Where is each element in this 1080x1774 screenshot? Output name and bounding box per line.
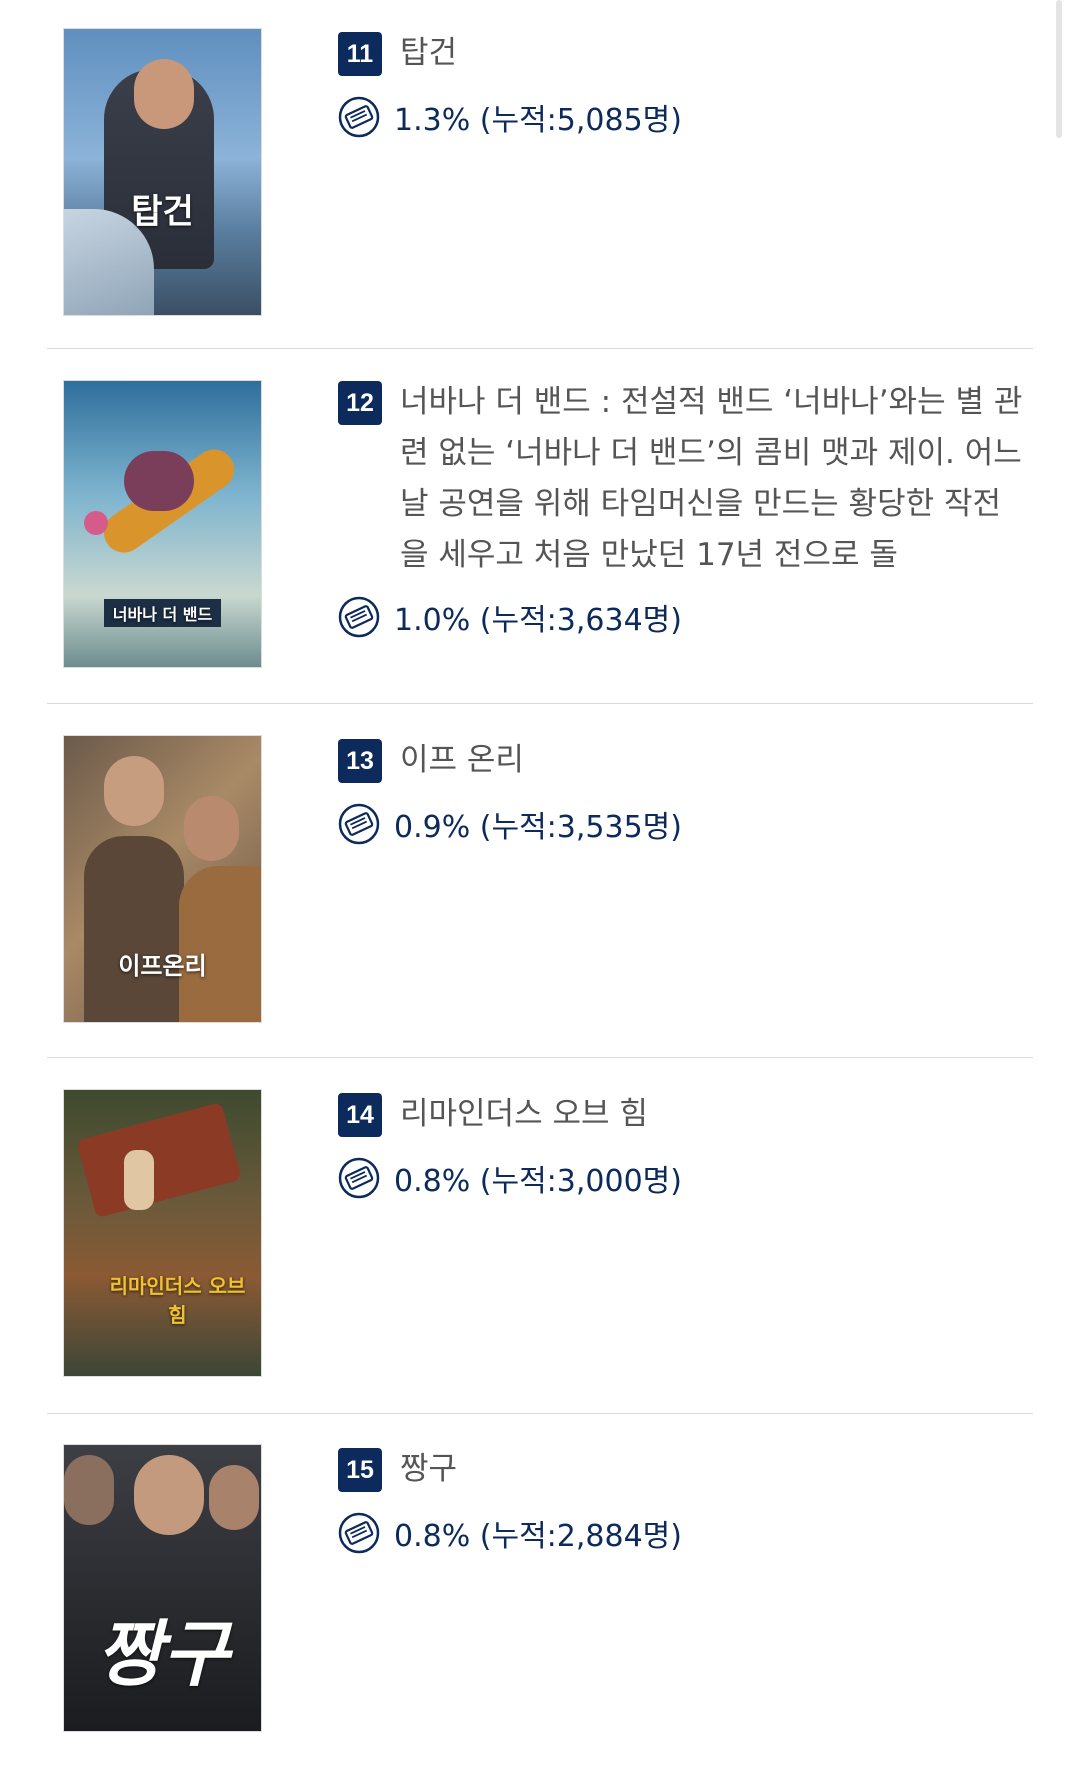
rank-badge: 15	[338, 1448, 382, 1492]
list-item[interactable]: 짱구 15 짱구 0.8% (누적:2,884명)	[47, 1414, 1033, 1774]
movie-title[interactable]: 탑건	[400, 28, 457, 79]
cumulative-audience: (누적:2,884명)	[479, 1519, 682, 1554]
poster-title: 리마인더스 오브 힘	[109, 1274, 246, 1327]
box-office-list: 탑건 11 탑건 1.3% (누적:5,085명) 너바나 더 밴드 12 너바…	[47, 0, 1033, 1774]
audience-stat: 1.0% (누적:3,634명)	[338, 595, 1023, 639]
list-item[interactable]: 리마인더스 오브 힘 14 리마인더스 오브 힘 0.8% (누적:3,000명…	[47, 1058, 1033, 1414]
poster-title: 너바나 더 밴드	[104, 599, 221, 627]
list-item[interactable]: 너바나 더 밴드 12 너바나 더 밴드 : 전설적 밴드 ‘너바나’와는 별 …	[47, 349, 1033, 704]
movie-title[interactable]: 너바나 더 밴드 : 전설적 밴드 ‘너바나’와는 별 관련 없는 ‘너바나 더…	[400, 377, 1023, 581]
scrollbar[interactable]	[1056, 0, 1062, 138]
ticket-icon	[338, 1157, 380, 1199]
movie-title[interactable]: 이프 온리	[400, 735, 524, 786]
movie-poster[interactable]: 이프온리	[63, 735, 262, 1023]
share-percent: 1.0%	[394, 603, 471, 638]
list-item[interactable]: 탑건 11 탑건 1.3% (누적:5,085명)	[47, 0, 1033, 349]
poster-title: 탑건	[131, 192, 194, 232]
audience-stat: 0.8% (누적:2,884명)	[338, 1511, 1023, 1555]
ticket-icon	[338, 96, 380, 138]
ticket-icon	[338, 1512, 380, 1554]
share-percent: 0.8%	[394, 1519, 471, 1554]
movie-title[interactable]: 리마인더스 오브 힘	[400, 1089, 648, 1140]
share-percent: 1.3%	[394, 103, 471, 138]
movie-poster[interactable]: 짱구	[63, 1444, 262, 1732]
ticket-icon	[338, 596, 380, 638]
rank-badge: 11	[338, 32, 382, 76]
cumulative-audience: (누적:5,085명)	[479, 103, 682, 138]
movie-poster[interactable]: 리마인더스 오브 힘	[63, 1089, 262, 1377]
rank-badge: 12	[338, 381, 382, 425]
ticket-icon	[338, 803, 380, 845]
movie-title[interactable]: 짱구	[400, 1444, 457, 1495]
movie-poster[interactable]: 탑건	[63, 28, 262, 316]
movie-poster[interactable]: 너바나 더 밴드	[63, 380, 262, 668]
cumulative-audience: (누적:3,000명)	[479, 1164, 682, 1199]
poster-title: 짱구	[96, 1612, 229, 1696]
share-percent: 0.8%	[394, 1164, 471, 1199]
audience-stat: 1.3% (누적:5,085명)	[338, 95, 1023, 139]
share-percent: 0.9%	[394, 810, 471, 845]
audience-stat: 0.9% (누적:3,535명)	[338, 802, 1023, 846]
cumulative-audience: (누적:3,535명)	[479, 810, 682, 845]
cumulative-audience: (누적:3,634명)	[479, 603, 682, 638]
poster-title: 이프온리	[118, 952, 207, 980]
audience-stat: 0.8% (누적:3,000명)	[338, 1156, 1023, 1200]
list-item[interactable]: 이프온리 13 이프 온리 0.9% (누적:3,535명)	[47, 704, 1033, 1058]
rank-badge: 14	[338, 1093, 382, 1137]
rank-badge: 13	[338, 739, 382, 783]
